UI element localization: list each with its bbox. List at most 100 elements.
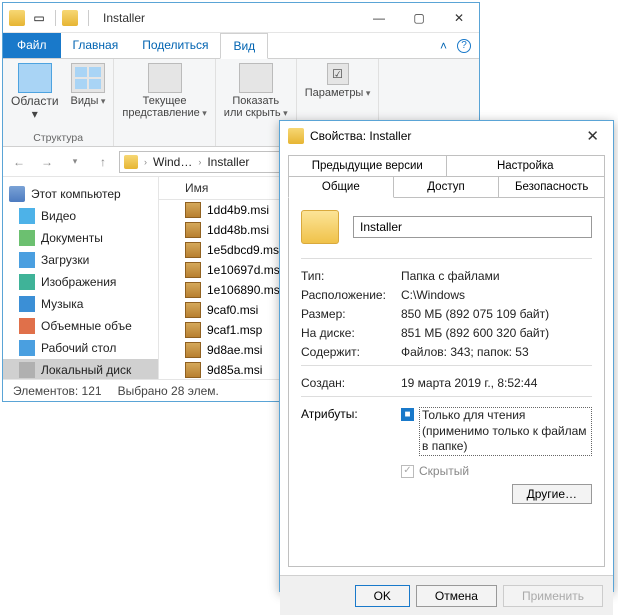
file-name: 1e5dbcd9.msi [207,243,282,257]
value-location: C:\Windows [401,288,592,302]
msi-icon [185,322,201,338]
tab-page-general: Installer Тип:Папка с файлами Расположен… [288,197,605,567]
views-button[interactable]: Виды [71,63,106,121]
sidebar-item[interactable]: Музыка [3,293,158,315]
status-selected: Выбрано 28 элем. [118,384,219,398]
other-button[interactable]: Другие… [512,484,592,504]
img-icon [19,274,35,290]
status-elements: Элементов: 121 [13,384,102,398]
ok-button[interactable]: OK [355,585,410,607]
msi-icon [185,222,201,238]
sidebar-item-label: Изображения [41,275,116,289]
sidebar-item[interactable]: Видео [3,205,158,227]
show-hide-button[interactable]: Показать или скрыть [224,63,288,119]
msi-icon [185,302,201,318]
ribbon-tabs: Файл Главная Поделиться Вид ˄ ? [3,33,479,59]
file-name: 1dd4b9.msi [207,203,269,217]
msi-icon [185,362,201,378]
sidebar-item[interactable]: Документы [3,227,158,249]
sidebar-item[interactable]: Объемные объе [3,315,158,337]
folder-icon [62,10,78,26]
folder-name-input[interactable]: Installer [353,216,592,238]
help-icon[interactable]: ? [457,39,471,53]
sidebar-item[interactable]: Локальный диск [3,359,158,379]
value-size: 850 МБ (892 075 109 байт) [401,307,592,321]
file-name: 1dd48b.msi [207,223,269,237]
sidebar-item-label: Музыка [41,297,83,311]
vol-icon [19,318,35,334]
sidebar-item-label: Рабочий стол [41,341,116,355]
tab-security[interactable]: Безопасность [498,176,605,198]
current-view-button[interactable]: Текущее представление [122,63,206,119]
sidebar-item-label: Объемные объе [41,319,132,333]
ribbon-group-structure: Структура [33,132,83,144]
folder-icon [9,10,25,26]
titlebar: ▭ Installer ― ▢ ✕ [3,3,479,33]
panes-button[interactable]: Области▾ [11,63,59,121]
tab-general[interactable]: Общие [288,176,394,198]
dialog-titlebar: Свойства: Installer ✕ [280,121,613,151]
cancel-button[interactable]: Отмена [416,585,497,607]
ribbon-collapse-icon[interactable]: ˄ [440,39,447,53]
sidebar-item-label: Видео [41,209,76,223]
dialog-button-bar: OK Отмена Применить [280,575,613,615]
nav-up-icon[interactable]: ↑ [91,150,115,174]
nav-back-icon[interactable]: ← [7,150,31,174]
maximize-button[interactable]: ▢ [399,4,439,32]
window-title: Installer [103,11,145,25]
folder-icon [124,155,138,169]
tab-file[interactable]: Файл [3,33,61,58]
tab-share[interactable]: Поделиться [130,33,220,58]
checkbox-readonly[interactable]: ■ Только для чтения(применимо только к ф… [401,407,592,456]
apply-button[interactable]: Применить [503,585,603,607]
tab-home[interactable]: Главная [61,33,131,58]
minimize-button[interactable]: ― [359,4,399,32]
folder-icon [288,128,304,144]
sidebar: Этот компьютер Видео Документы Загрузки Изоб… [3,177,159,379]
sidebar-item-label: Документы [41,231,103,245]
msi-icon [185,242,201,258]
dialog-title: Свойства: Installer [310,129,411,143]
checkbox-hidden: ✓ Скрытый [401,464,592,478]
doc-icon [19,230,35,246]
vid-icon [19,208,35,224]
file-name: 1e10697d.msi [207,263,282,277]
folder-icon [301,210,339,244]
pc-icon [9,186,25,202]
nav-history-icon[interactable]: ▾ [63,150,87,174]
sidebar-item[interactable]: Загрузки [3,249,158,271]
file-name: 9caf1.msp [207,323,262,337]
tab-access[interactable]: Доступ [393,176,500,198]
value-created: 19 марта 2019 г., 8:52:44 [401,376,592,390]
value-ondisk: 851 МБ (892 600 320 байт) [401,326,592,340]
drv-icon [19,362,35,378]
tab-view[interactable]: Вид [220,33,268,59]
options-button[interactable]: ☑ Параметры [305,63,371,99]
close-button[interactable]: ✕ [580,127,605,145]
value-type: Папка с файлами [401,269,592,283]
msi-icon [185,202,201,218]
sidebar-item[interactable]: Изображения [3,271,158,293]
desk-icon [19,340,35,356]
sidebar-item[interactable]: Этот компьютер [3,183,158,205]
sidebar-item-label: Локальный диск [41,363,131,377]
mus-icon [19,296,35,312]
file-name: 1e106890.msi [207,283,282,297]
close-button[interactable]: ✕ [439,4,479,32]
tab-setup[interactable]: Настройка [446,155,606,177]
value-contains: Файлов: 343; папок: 53 [401,345,592,359]
tab-previous-versions[interactable]: Предыдущие версии [288,155,447,177]
msi-icon [185,342,201,358]
file-name: 9caf0.msi [207,303,258,317]
msi-icon [185,282,201,298]
properties-dialog: Свойства: Installer ✕ Предыдущие версии … [279,120,614,592]
msi-icon [185,262,201,278]
file-name: 9d8ae.msi [207,343,262,357]
sidebar-item[interactable]: Рабочий стол [3,337,158,359]
quick-rename-icon[interactable]: ▭ [29,8,49,28]
dl-icon [19,252,35,268]
sidebar-item-label: Загрузки [41,253,89,267]
nav-forward-icon[interactable]: → [35,150,59,174]
file-name: 9d85a.msi [207,363,262,377]
sidebar-item-label: Этот компьютер [31,187,121,201]
